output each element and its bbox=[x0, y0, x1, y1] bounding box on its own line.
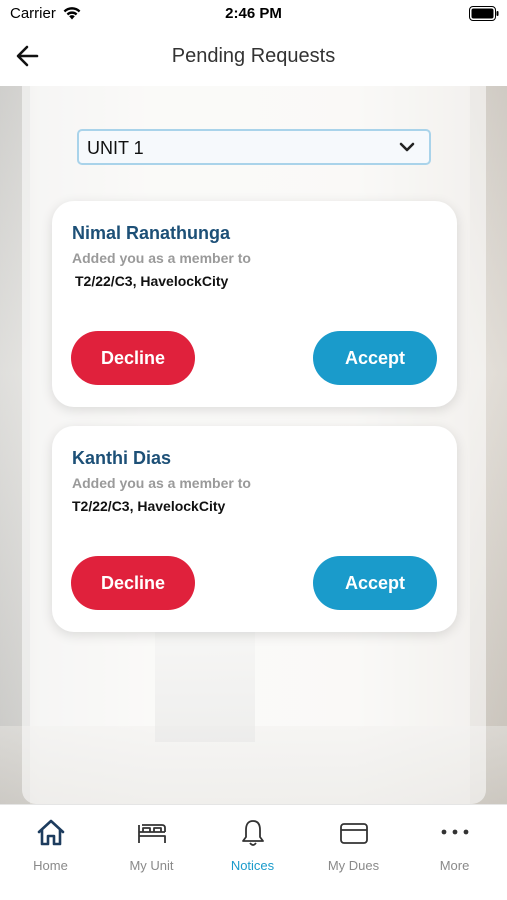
tab-label: More bbox=[439, 858, 470, 873]
clock: 2:46 PM bbox=[225, 5, 282, 22]
accept-button[interactable]: Accept bbox=[313, 331, 437, 385]
tab-more[interactable]: More bbox=[404, 805, 505, 885]
bell-icon bbox=[242, 820, 264, 846]
request-message: Added you as a member to bbox=[72, 250, 251, 266]
request-card: Kanthi Dias Added you as a member to T2/… bbox=[52, 426, 457, 632]
request-unit: T2/22/C3, HavelockCity bbox=[72, 498, 226, 514]
request-card: Nimal Ranathunga Added you as a member t… bbox=[52, 201, 457, 407]
accept-button[interactable]: Accept bbox=[313, 556, 437, 610]
chevron-down-icon bbox=[399, 142, 415, 152]
tab-label: My Unit bbox=[129, 858, 174, 873]
tab-label: My Dues bbox=[327, 858, 380, 873]
requests-content: UNIT 1 Nimal Ranathunga Added you as a m… bbox=[0, 86, 507, 804]
card-icon bbox=[340, 823, 368, 844]
battery-icon bbox=[469, 6, 499, 21]
status-bar: Carrier 2:46 PM bbox=[0, 0, 507, 28]
page-title: Pending Requests bbox=[171, 45, 336, 67]
unit-dropdown-value: UNIT 1 bbox=[87, 138, 144, 158]
tab-label: Home bbox=[33, 858, 68, 873]
tab-notices[interactable]: Notices bbox=[202, 805, 303, 885]
unit-dropdown[interactable]: UNIT 1 bbox=[77, 129, 431, 165]
decline-button[interactable]: Decline bbox=[71, 556, 195, 610]
decline-button[interactable]: Decline bbox=[71, 331, 195, 385]
requester-name: Kanthi Dias bbox=[72, 448, 172, 468]
request-message: Added you as a member to bbox=[72, 475, 251, 491]
tab-label: Notices bbox=[230, 858, 275, 873]
request-unit: T2/22/C3, HavelockCity bbox=[75, 273, 229, 289]
tab-bar: Home My Unit Notices My Dues More bbox=[0, 804, 507, 900]
tab-my-unit[interactable]: My Unit bbox=[101, 805, 202, 885]
requester-name: Nimal Ranathunga bbox=[72, 223, 231, 243]
tab-my-dues[interactable]: My Dues bbox=[303, 805, 404, 885]
home-icon bbox=[37, 819, 65, 846]
bed-icon bbox=[138, 824, 166, 843]
nav-bar: Pending Requests bbox=[0, 28, 507, 86]
tab-home[interactable]: Home bbox=[0, 805, 101, 885]
more-dots-icon bbox=[441, 829, 469, 835]
